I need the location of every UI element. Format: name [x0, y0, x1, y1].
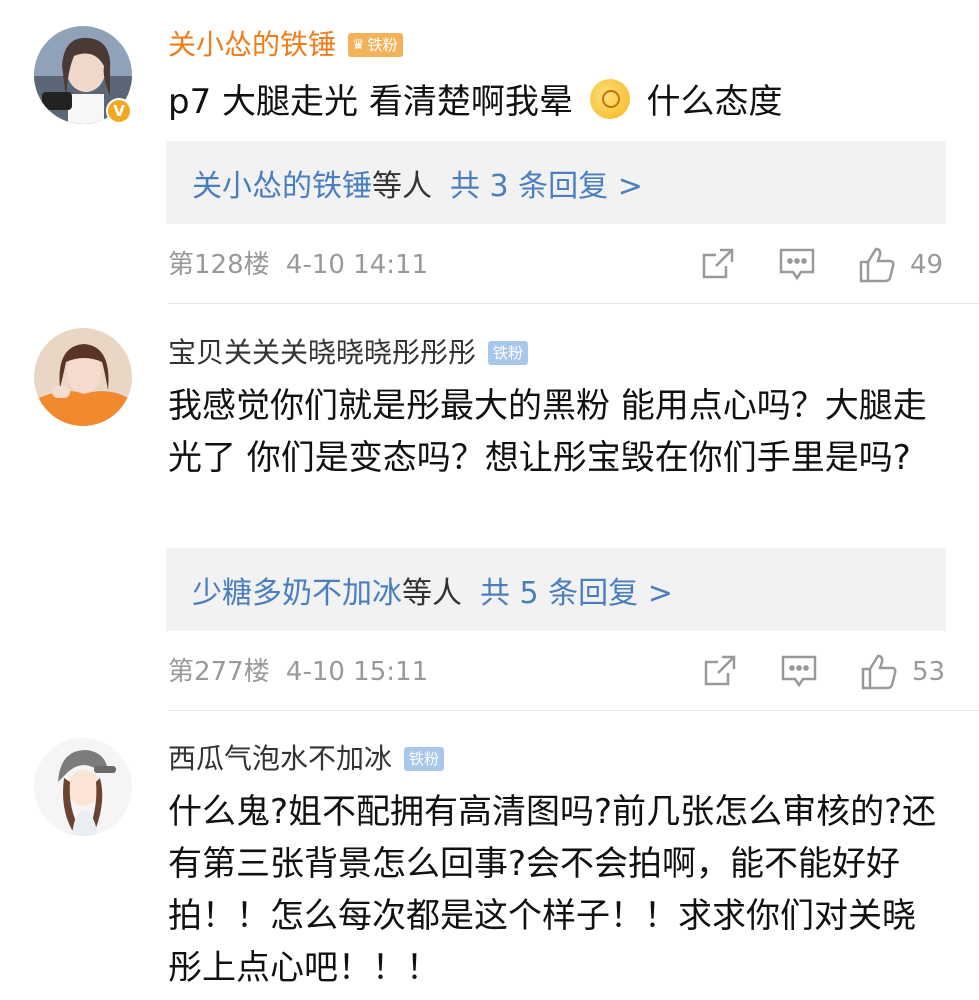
comment-icon[interactable] [780, 653, 818, 689]
comment-text: p7 大腿走光 看清楚啊我晕 什么态度 [168, 76, 948, 128]
floor-number: 第277楼 [168, 657, 270, 687]
avatar[interactable] [34, 328, 132, 426]
like-count: 49 [910, 250, 944, 280]
username[interactable]: 西瓜气泡水不加冰 [168, 742, 392, 776]
timestamp: 4-10 15:11 [285, 657, 429, 687]
reply-count-link[interactable]: 共 5 条回复 > [480, 568, 673, 612]
reply-summary[interactable]: 少糖多奶不加冰 等人 共 5 条回复 > [166, 548, 946, 631]
comment-meta: 第277楼 4-10 15:11 [168, 656, 428, 688]
comment-text: 什么鬼?姐不配拥有高清图吗?前几张怎么审核的?还有第三张背景怎么回事?会不会拍啊… [168, 792, 937, 988]
username[interactable]: 宝贝关关关晓晓晓彤彤彤 [168, 336, 476, 370]
share-icon[interactable] [700, 246, 736, 282]
comment-text: 我感觉你们就是彤最大的黑粉 能用点心吗？大腿走光了 你们是变态吗？想让彤宝毁在你… [168, 386, 927, 478]
comment-text-part: 什么态度 [635, 82, 783, 122]
divider [168, 710, 979, 711]
like-icon[interactable] [860, 653, 898, 691]
fan-badge: ♛ 铁粉 [348, 33, 403, 57]
timestamp: 4-10 14:11 [285, 250, 429, 280]
share-icon[interactable] [702, 653, 738, 689]
username[interactable]: 关小怂的铁锤 [168, 28, 336, 62]
fan-badge: 铁粉 [404, 747, 445, 771]
crown-icon: ♛ [352, 37, 365, 53]
fan-badge-label: 铁粉 [367, 36, 398, 54]
comment-icon[interactable] [778, 246, 816, 282]
reply-users[interactable]: 少糖多奶不加冰 [192, 568, 402, 612]
fan-badge: 铁粉 [488, 341, 529, 365]
reply-suffix: 等人 [372, 168, 432, 204]
like-count: 53 [912, 657, 946, 687]
reply-summary[interactable]: 关小怂的铁锤 等人 共 3 条回复 > [166, 141, 946, 224]
reply-users[interactable]: 关小怂的铁锤 [192, 161, 372, 205]
dizzy-emoji-icon [589, 79, 630, 119]
divider [168, 303, 979, 304]
comment-text-part: p7 大腿走光 看清楚啊我晕 [168, 82, 584, 122]
verified-icon: V [106, 98, 132, 124]
like-icon[interactable] [858, 246, 896, 284]
reply-suffix: 等人 [402, 575, 462, 611]
reply-count-link[interactable]: 共 3 条回复 > [450, 161, 643, 205]
comment-meta: 第128楼 4-10 14:11 [168, 249, 428, 281]
avatar[interactable] [34, 738, 132, 836]
floor-number: 第128楼 [168, 250, 270, 280]
